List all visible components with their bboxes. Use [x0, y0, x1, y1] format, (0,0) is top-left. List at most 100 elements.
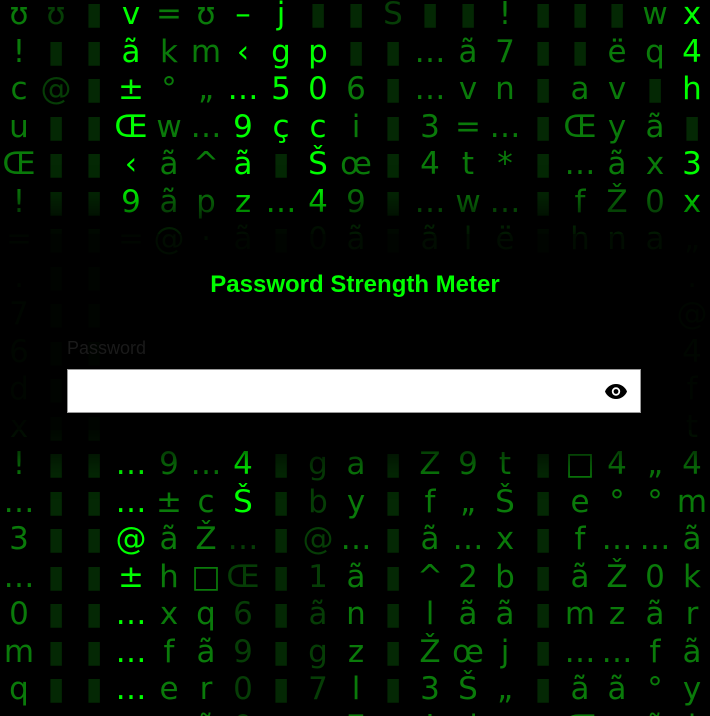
matrix-glyph: v — [121, 0, 141, 32]
matrix-glyph: ã — [570, 671, 590, 707]
matrix-glyph: 7 — [337, 709, 375, 716]
matrix-glyph: t — [461, 146, 475, 182]
matrix-glyph: ▮ — [47, 671, 65, 707]
matrix-glyph: ã — [187, 709, 225, 716]
matrix-glyph: ▮ — [47, 596, 65, 632]
matrix-glyph: … — [115, 446, 147, 482]
matrix-glyph: ▮ — [608, 0, 626, 32]
matrix-glyph: ▮ — [85, 33, 103, 70]
matrix-glyph: 4 — [682, 33, 702, 70]
matrix-glyph: z — [234, 183, 252, 220]
matrix-glyph: ▮ — [534, 71, 552, 107]
matrix-glyph: „ — [197, 71, 215, 107]
matrix-glyph: Ž — [195, 521, 217, 557]
matrix-glyph: r — [685, 596, 699, 632]
matrix-glyph: ! — [411, 709, 449, 716]
matrix-glyph: Š — [495, 483, 515, 520]
matrix-glyph: ▮ — [47, 483, 65, 520]
matrix-glyph: ã — [645, 108, 665, 145]
matrix-glyph: ã — [159, 521, 179, 557]
matrix-glyph: 2 — [458, 558, 478, 595]
matrix-glyph: ã — [458, 33, 478, 70]
matrix-glyph: œ — [340, 146, 372, 182]
matrix-glyph: 9 — [458, 446, 478, 482]
matrix-glyph: ▮ — [384, 633, 402, 670]
matrix-glyph: 0 — [9, 596, 29, 632]
matrix-glyph: ° — [647, 671, 663, 707]
matrix-glyph: j — [276, 0, 286, 32]
matrix-glyph: ã — [607, 671, 627, 707]
matrix-glyph: ▮ — [534, 671, 552, 707]
matrix-glyph: … — [115, 596, 147, 632]
matrix-glyph: c — [10, 71, 28, 107]
password-field[interactable] — [67, 369, 641, 413]
matrix-glyph: ▮ — [85, 671, 103, 707]
matrix-glyph: ▮ — [384, 146, 402, 182]
matrix-glyph: … — [452, 521, 484, 557]
matrix-glyph: ç — [272, 108, 290, 145]
password-input[interactable] — [68, 370, 588, 412]
matrix-glyph: ▮ — [384, 446, 402, 482]
matrix-glyph: ± — [118, 558, 144, 595]
matrix-glyph: ã — [570, 558, 590, 595]
matrix-glyph: f — [574, 183, 586, 220]
matrix-glyph: 0 — [233, 671, 253, 707]
matrix-glyph: h — [682, 71, 702, 107]
matrix-glyph: m — [564, 596, 596, 632]
matrix-glyph: ▮ — [534, 483, 552, 520]
eye-icon[interactable] — [604, 379, 628, 403]
matrix-glyph: ± — [156, 483, 182, 520]
matrix-glyph: a — [570, 71, 590, 107]
matrix-glyph: ã — [233, 146, 253, 182]
matrix-glyph: n — [346, 596, 366, 632]
matrix-glyph: 9 — [233, 633, 253, 670]
matrix-glyph: ± — [118, 71, 144, 107]
matrix-glyph: „ — [496, 671, 514, 707]
matrix-glyph: ▮ — [384, 33, 402, 70]
matrix-glyph: ʊ — [46, 0, 66, 32]
matrix-glyph: ▮ — [534, 0, 552, 32]
matrix-glyph: r — [199, 671, 213, 707]
matrix-glyph: k — [160, 33, 178, 70]
matrix-glyph: ▮ — [47, 633, 65, 670]
matrix-glyph: ° — [609, 483, 625, 520]
matrix-glyph: 4 — [233, 446, 253, 482]
matrix-glyph: ▮ — [272, 446, 290, 482]
matrix-glyph: … — [115, 633, 147, 670]
matrix-glyph: ▮ — [272, 671, 290, 707]
matrix-glyph: q — [645, 33, 665, 70]
matrix-glyph: Ž — [606, 183, 628, 220]
matrix-glyph: □ — [486, 709, 524, 716]
matrix-glyph: ã — [458, 596, 478, 632]
matrix-glyph: S — [383, 0, 403, 32]
matrix-glyph: … — [190, 108, 222, 145]
matrix-glyph: … — [227, 521, 259, 557]
matrix-glyph: ▮ — [272, 596, 290, 632]
matrix-glyph: ▮ — [683, 108, 701, 145]
matrix-glyph: 9 — [121, 183, 141, 220]
matrix-glyph: … — [601, 521, 633, 557]
matrix-glyph: l — [673, 709, 710, 716]
matrix-glyph: Œ — [563, 108, 597, 145]
matrix-glyph: ▮ — [47, 446, 65, 482]
matrix-glyph: 0 — [645, 558, 665, 595]
matrix-glyph: x — [495, 521, 515, 557]
matrix-glyph: c — [309, 108, 327, 145]
matrix-glyph: ▮ — [272, 483, 290, 520]
matrix-glyph: … — [265, 183, 297, 220]
matrix-glyph: f — [163, 633, 175, 670]
matrix-glyph: … — [414, 33, 446, 70]
matrix-glyph: ▮ — [534, 633, 552, 670]
matrix-glyph: ã — [159, 183, 179, 220]
matrix-glyph: Œ — [114, 108, 148, 145]
matrix-glyph: □ — [191, 558, 221, 595]
matrix-glyph: ▮ — [459, 0, 477, 32]
matrix-glyph: w — [455, 183, 481, 220]
matrix-glyph: @ — [40, 71, 72, 107]
matrix-glyph: 4 — [682, 446, 702, 482]
matrix-glyph: ▮ — [85, 558, 103, 595]
password-label: Password — [67, 338, 147, 358]
matrix-glyph: v — [458, 71, 478, 107]
matrix-glyph: x — [682, 183, 702, 220]
matrix-glyph: ë — [607, 33, 627, 70]
